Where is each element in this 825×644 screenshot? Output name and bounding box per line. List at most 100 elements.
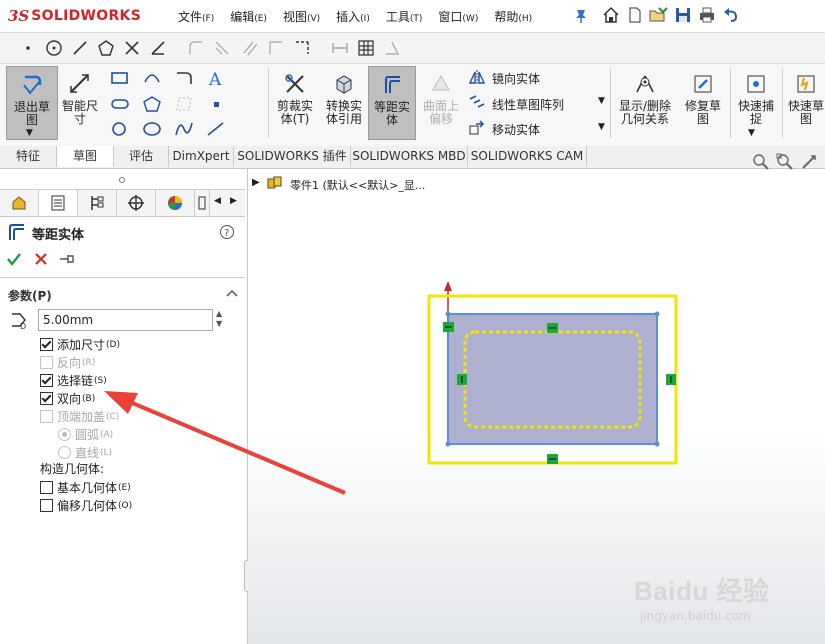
- move-entities-button[interactable]: 移动实体: [468, 120, 540, 139]
- tab-evaluate[interactable]: 评估: [114, 146, 169, 167]
- command-manager-tabs: 特征 草图 评估 DimXpert SOLIDWORKS 插件 SOLIDWOR…: [0, 146, 825, 169]
- rapid-sketch-button[interactable]: 快速草图: [786, 66, 825, 138]
- rapid-sketch-icon: [792, 70, 820, 98]
- smart-dimension-button[interactable]: 智能尺寸: [56, 66, 104, 138]
- text-icon[interactable]: A: [206, 70, 226, 91]
- base-geometry-checkbox[interactable]: 基本几何体 (E): [40, 479, 131, 496]
- move-icon: [468, 120, 486, 139]
- polygon-icon[interactable]: [96, 38, 116, 58]
- divider: [610, 68, 611, 138]
- feature-manager-tab-icon[interactable]: [0, 190, 39, 216]
- open-folder-icon[interactable]: [648, 4, 670, 26]
- polygon-tool-icon[interactable]: [142, 96, 162, 115]
- snaps-dropdown-icon[interactable]: ▼: [748, 128, 755, 138]
- vertical-relation-right-icon: [666, 374, 676, 385]
- repair-sketch-button[interactable]: 修复草图: [680, 66, 726, 138]
- dimxpert-manager-tab-icon[interactable]: [117, 190, 156, 216]
- centerline-icon[interactable]: [292, 38, 312, 58]
- menu-view[interactable]: 视图(V): [275, 8, 328, 25]
- undo-icon[interactable]: [720, 4, 742, 26]
- offset-geometry-checkbox[interactable]: 偏移几何体 (O): [40, 497, 132, 514]
- tabs-more-icon[interactable]: [195, 190, 210, 216]
- trim-entities-button[interactable]: 剪裁实体(T): [272, 66, 318, 138]
- offset-entities-button[interactable]: 等距实体: [368, 66, 416, 140]
- menu-window[interactable]: 窗口(W): [430, 8, 486, 25]
- baidu-watermark-url: jingyan.baidu.com: [640, 609, 751, 623]
- sketch-quick-toolbar: [0, 33, 825, 91]
- collapse-chevron-icon[interactable]: [226, 287, 238, 301]
- panel-grip-icon[interactable]: [118, 173, 126, 187]
- tab-sketch[interactable]: 草图: [57, 146, 114, 167]
- quick-snaps-icon: [742, 70, 770, 98]
- help-icon[interactable]: ?: [219, 224, 235, 243]
- cancel-x-icon[interactable]: [33, 251, 49, 270]
- print-icon[interactable]: [696, 4, 718, 26]
- mirror-label: 镜向实体: [492, 72, 541, 86]
- exit-sketch-dropdown-icon[interactable]: ▼: [26, 128, 33, 138]
- menu-help[interactable]: 帮助(H): [486, 8, 540, 25]
- reverse-checkbox: 反向 (R): [40, 354, 95, 371]
- menu-edit[interactable]: 编辑(E): [222, 8, 275, 25]
- angle-line-icon[interactable]: [148, 38, 168, 58]
- tab-cam[interactable]: SOLIDWORKS CAM: [468, 146, 587, 167]
- pattern-dropdown-icon[interactable]: ▼: [598, 96, 605, 106]
- fillet-icon[interactable]: [174, 70, 194, 91]
- quick-snaps-button[interactable]: 快速捕捉: [732, 66, 780, 138]
- grid-icon[interactable]: [356, 38, 376, 58]
- linear-pattern-button[interactable]: 线性草图阵列: [468, 95, 564, 114]
- tabs-scroll-right-icon[interactable]: ▶: [230, 196, 237, 206]
- line-icon[interactable]: [70, 38, 90, 58]
- circle-tool-icon[interactable]: [110, 121, 130, 140]
- menu-bar: 文件(F) 编辑(E) 视图(V) 插入(I) 工具(T) 窗口(W) 帮助(H…: [170, 0, 540, 32]
- quick-snaps-label: 快速捕捉: [737, 99, 774, 126]
- circle-center-icon[interactable]: [44, 38, 64, 58]
- tab-mbd[interactable]: SOLIDWORKS MBD: [351, 146, 468, 167]
- logo-text: SOLIDWORKS: [31, 8, 142, 24]
- home-icon[interactable]: [600, 4, 622, 26]
- slot-icon[interactable]: [110, 96, 130, 115]
- tab-addins[interactable]: SOLIDWORKS 插件: [234, 146, 351, 167]
- menu-file[interactable]: 文件(F): [170, 8, 222, 25]
- configuration-manager-tab-icon[interactable]: [78, 190, 117, 216]
- tab-dimxpert[interactable]: DimXpert: [169, 146, 234, 167]
- distance-spinner[interactable]: ▲ ▼: [216, 309, 222, 329]
- trim-label: 剪裁实体(T): [276, 99, 313, 126]
- bidirectional-checkbox[interactable]: 双向 (B): [40, 390, 95, 407]
- move-dropdown-icon[interactable]: ▼: [598, 122, 605, 132]
- pin-icon[interactable]: [574, 8, 588, 27]
- add-dimensions-checkbox[interactable]: 添加尺寸 (D): [40, 336, 120, 353]
- tabs-scroll-left-icon[interactable]: ◀: [214, 196, 221, 206]
- point-icon[interactable]: [18, 38, 38, 58]
- command-manager: 退出草图 智能尺寸 A 剪裁实体(T) 转换实体引用 等距实体 曲面上偏移 镜向…: [0, 64, 825, 147]
- new-document-icon[interactable]: [624, 4, 646, 26]
- select-chain-checkbox[interactable]: 选择链 (S): [40, 372, 107, 389]
- ok-check-icon[interactable]: [6, 251, 22, 270]
- point-tool-icon[interactable]: [206, 96, 226, 115]
- line-tool-icon[interactable]: [206, 121, 226, 140]
- save-icon[interactable]: [672, 4, 694, 26]
- rectangle-icon[interactable]: [110, 70, 130, 91]
- parallel-disabled-icon: [240, 38, 260, 58]
- svg-text:A: A: [208, 70, 222, 88]
- property-manager-tab-icon[interactable]: [39, 190, 78, 216]
- display-manager-tab-icon[interactable]: [156, 190, 195, 216]
- parameters-section-header[interactable]: 参数(P): [8, 287, 52, 304]
- coincident-relation-icon: [443, 322, 454, 332]
- ellipse-icon[interactable]: [142, 121, 162, 140]
- mirror-entities-button[interactable]: 镜向实体: [468, 69, 540, 88]
- display-relations-button[interactable]: 显示/删除几何关系: [614, 66, 676, 138]
- offset-entities-icon: [378, 71, 406, 99]
- convert-entities-icon: [330, 70, 358, 98]
- graphics-area[interactable]: ▶ 零件1 (默认<<默认>_显... Baidu 经验 jingyan.bai…: [248, 153, 825, 644]
- smart-dimension-icon: [66, 70, 94, 98]
- solidworks-logo: 3S SOLIDWORKS: [8, 6, 141, 26]
- menu-insert[interactable]: 插入(I): [328, 8, 378, 25]
- arc-icon[interactable]: [142, 70, 162, 91]
- keep-visible-pin-icon[interactable]: [58, 251, 74, 270]
- menu-tools[interactable]: 工具(T): [378, 8, 431, 25]
- tab-features[interactable]: 特征: [0, 146, 57, 167]
- convert-entities-button[interactable]: 转换实体引用: [320, 66, 368, 138]
- spline-icon[interactable]: [174, 121, 194, 140]
- trim-icon[interactable]: [122, 38, 142, 58]
- offset-distance-input[interactable]: 5.00mm: [38, 309, 213, 331]
